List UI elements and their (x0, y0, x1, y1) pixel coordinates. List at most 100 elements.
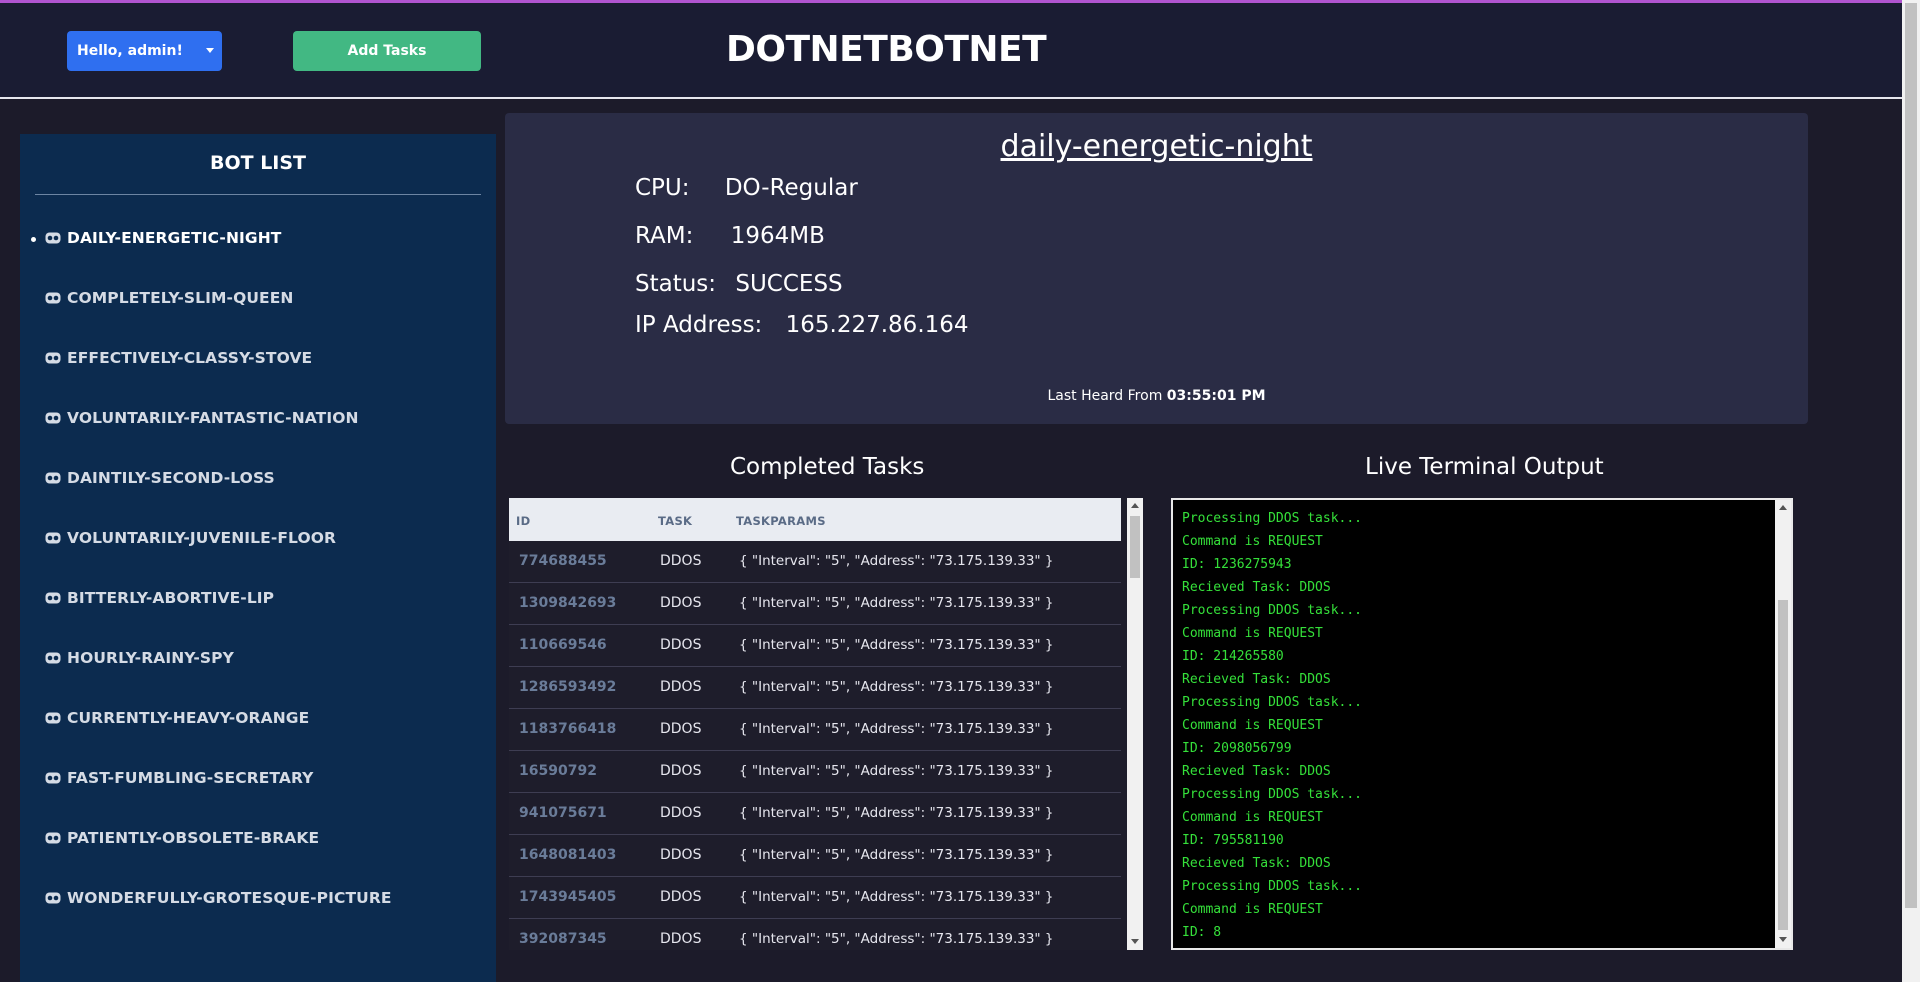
task-type-cell: DDOS (660, 805, 702, 821)
last-heard-label: Last Heard From (1047, 388, 1163, 404)
bot-list-item[interactable]: EFFECTIVELY-CLASSY-STOVE (20, 349, 496, 409)
terminal-line: Recieved Task: DDOS (1182, 856, 1331, 871)
last-heard: Last Heard From 03:55:01 PM (505, 388, 1808, 404)
add-tasks-label: Add Tasks (347, 43, 427, 59)
ram-value: 1964MB (730, 223, 825, 249)
bot-list-item[interactable]: WONDERFULLY-GROTESQUE-PICTURE (20, 889, 496, 949)
ip-value: 165.227.86.164 (785, 312, 969, 338)
ip-row: IP Address: 165.227.86.164 (635, 312, 969, 338)
terminal-scrollbar-thumb[interactable] (1778, 600, 1788, 930)
bot-info-card: daily-energetic-night CPU: DO-Regular RA… (505, 113, 1808, 424)
terminal-line: Processing DDOS task... (1182, 511, 1363, 526)
terminal-line: ID: 8 (1182, 925, 1222, 940)
brand-title: DOTNETBOTNET (726, 29, 1047, 70)
completed-tasks-table: ID TASK TASKPARAMS 774688455 DDOS { "Inter… (509, 498, 1143, 950)
task-params-cell: { "Interval": "5", "Address": "73.175.13… (739, 889, 1054, 905)
bot-face-icon (45, 891, 61, 905)
bot-list-item-label: PATIENTLY-OBSOLETE-BRAKE (67, 829, 320, 847)
task-type-cell: DDOS (660, 847, 702, 863)
bot-list-item-label: VOLUNTARILY-FANTASTIC-NATION (67, 409, 359, 427)
bot-face-icon (45, 471, 61, 485)
ip-label: IP Address: (635, 312, 763, 338)
task-id-cell: 1286593492 (519, 679, 617, 695)
task-params-cell: { "Interval": "5", "Address": "73.175.13… (739, 763, 1054, 779)
terminal-line: Recieved Task: DDOS (1182, 672, 1331, 687)
bot-list-item-label: WONDERFULLY-GROTESQUE-PICTURE (67, 889, 392, 907)
terminal-line: ID: 1236275943 (1182, 557, 1292, 572)
caret-down-icon (206, 48, 214, 53)
task-id-cell: 774688455 (519, 553, 607, 569)
task-type-cell: DDOS (660, 931, 702, 947)
bot-face-icon (45, 291, 61, 305)
table-row[interactable]: 16590792 DDOS { "Interval": "5", "Address"… (509, 751, 1121, 793)
task-type-cell: DDOS (660, 889, 702, 905)
bot-list-item[interactable]: BITTERLY-ABORTIVE-LIP (20, 589, 496, 649)
table-row[interactable]: 392087345 DDOS { "Interval": "5", "Address… (509, 919, 1121, 950)
column-header-taskparams[interactable]: TASKPARAMS (736, 514, 826, 528)
bot-list-item[interactable]: COMPLETELY-SLIM-QUEEN (20, 289, 496, 349)
task-params-cell: { "Interval": "5", "Address": "73.175.13… (739, 679, 1054, 695)
table-row[interactable]: 774688455 DDOS { "Interval": "5", "Address… (509, 541, 1121, 583)
page-scrollbar-thumb[interactable] (1905, 3, 1917, 908)
task-params-cell: { "Interval": "5", "Address": "73.175.13… (739, 721, 1054, 737)
terminal-line: Processing DDOS task... (1182, 695, 1363, 710)
task-params-cell: { "Interval": "5", "Address": "73.175.13… (739, 553, 1054, 569)
bot-list-item-label: VOLUNTARILY-JUVENILE-FLOOR (67, 529, 337, 547)
task-id-cell: 1648081403 (519, 847, 617, 863)
bot-face-icon (45, 711, 61, 725)
terminal-scrollbar[interactable] (1775, 500, 1791, 948)
table-row[interactable]: 1743945405 DDOS { "Interval": "5", "Addres… (509, 877, 1121, 919)
bot-list-item[interactable]: FAST-FUMBLING-SECRETARY (20, 769, 496, 829)
task-type-cell: DDOS (660, 679, 702, 695)
terminal-line: Command is REQUEST (1182, 626, 1323, 641)
bot-face-icon (45, 231, 61, 245)
scroll-down-icon[interactable] (1131, 939, 1139, 944)
bot-list-item[interactable]: DAILY-ENERGETIC-NIGHT (20, 229, 496, 289)
bot-list-item[interactable]: VOLUNTARILY-FANTASTIC-NATION (20, 409, 496, 469)
bot-list-sidebar: BOT LIST DAILY-ENERGETIC-NIGHT COMPLETELY… (20, 134, 496, 982)
column-header-task[interactable]: TASK (658, 514, 692, 528)
task-params-cell: { "Interval": "5", "Address": "73.175.13… (739, 805, 1054, 821)
scroll-up-icon[interactable] (1779, 505, 1787, 510)
cpu-row: CPU: DO-Regular (635, 175, 858, 201)
bot-list-title: BOT LIST (209, 152, 307, 174)
bot-list-item[interactable]: VOLUNTARILY-JUVENILE-FLOOR (20, 529, 496, 589)
status-value: SUCCESS (735, 271, 843, 297)
task-params-cell: { "Interval": "5", "Address": "73.175.13… (739, 931, 1054, 947)
column-header-id[interactable]: ID (516, 514, 530, 528)
bot-list-item[interactable]: CURRENTLY-HEAVY-ORANGE (20, 709, 496, 769)
tasks-scrollbar[interactable] (1127, 498, 1143, 950)
add-tasks-button[interactable]: Add Tasks (293, 31, 481, 71)
bot-list-item-label: DAINTILY-SECOND-LOSS (67, 469, 275, 487)
table-row[interactable]: 941075671 DDOS { "Interval": "5", "Address… (509, 793, 1121, 835)
bot-list-item[interactable]: HOURLY-RAINY-SPY (20, 649, 496, 709)
task-id-cell: 941075671 (519, 805, 607, 821)
bot-name-title[interactable]: daily-energetic-night (505, 129, 1808, 164)
bot-list: DAILY-ENERGETIC-NIGHT COMPLETELY-SLIM-QUE… (20, 229, 496, 949)
bot-list-item[interactable]: PATIENTLY-OBSOLETE-BRAKE (20, 829, 496, 889)
cpu-label: CPU: (635, 175, 690, 201)
table-row[interactable]: 1286593492 DDOS { "Interval": "5", "Addres… (509, 667, 1121, 709)
terminal-line: ID: 214265580 (1182, 649, 1284, 664)
table-row[interactable]: 110669546 DDOS { "Interval": "5", "Address… (509, 625, 1121, 667)
page-scrollbar[interactable] (1902, 0, 1920, 982)
terminal-line: Recieved Task: DDOS (1182, 764, 1331, 779)
task-params-cell: { "Interval": "5", "Address": "73.175.13… (739, 847, 1054, 863)
scroll-down-icon[interactable] (1779, 937, 1787, 942)
scroll-up-icon[interactable] (1131, 503, 1139, 508)
task-id-cell: 16590792 (519, 763, 597, 779)
terminal-line: Command is REQUEST (1182, 902, 1323, 917)
table-row[interactable]: 1648081403 DDOS { "Interval": "5", "Addres… (509, 835, 1121, 877)
terminal-line: Processing DDOS task... (1182, 603, 1363, 618)
user-menu-button[interactable]: Hello, admin! (67, 31, 222, 71)
task-type-cell: DDOS (660, 637, 702, 653)
bot-face-icon (45, 651, 61, 665)
table-row[interactable]: 1183766418 DDOS { "Interval": "5", "Addres… (509, 709, 1121, 751)
tasks-table-header: ID TASK TASKPARAMS (509, 498, 1121, 541)
bot-list-item[interactable]: DAINTILY-SECOND-LOSS (20, 469, 496, 529)
terminal-line: Processing DDOS task... (1182, 787, 1363, 802)
tasks-scrollbar-thumb[interactable] (1130, 516, 1140, 578)
bot-list-item-label: FAST-FUMBLING-SECRETARY (67, 769, 314, 787)
last-heard-time: 03:55:01 PM (1166, 388, 1266, 404)
table-row[interactable]: 1309842693 DDOS { "Interval": "5", "Addres… (509, 583, 1121, 625)
